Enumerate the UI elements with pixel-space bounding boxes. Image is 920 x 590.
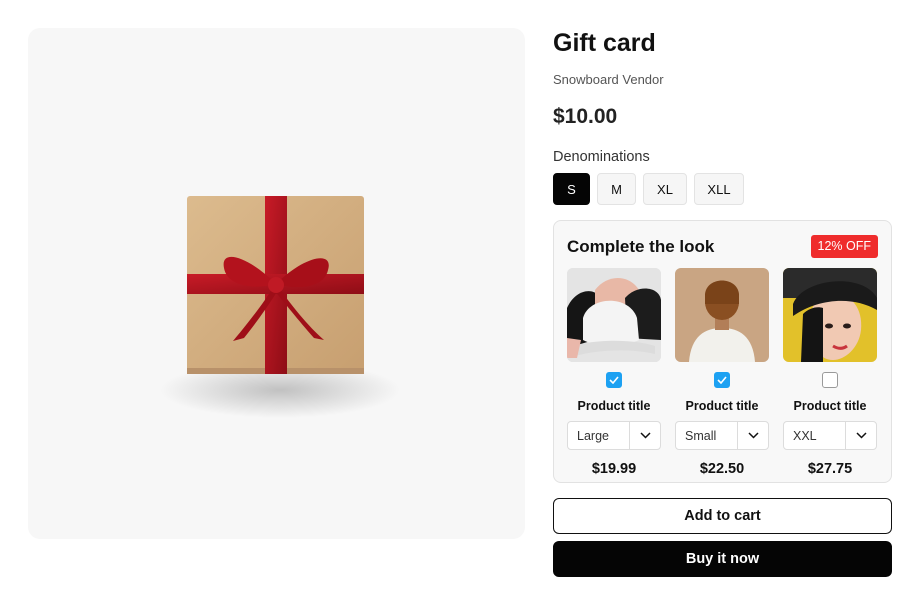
bundle-item: Product title Small $22.50 [675,268,769,478]
bundle-item-price: $19.99 [591,461,637,477]
variant-value: Small [685,428,717,443]
bundle-item-price: $27.75 [807,461,853,477]
baseball-caps-photo[interactable] [567,268,661,362]
buy-now-button[interactable]: Buy it now [553,541,892,577]
add-to-cart-button[interactable]: Add to cart [553,498,892,534]
product-info: Gift card Snowboard Vendor $10.00 Denomi… [553,28,892,577]
bundle-item-variant-select[interactable]: Small [675,421,769,450]
denominations-label: Denominations [553,149,650,165]
bundle-title: Complete the look [567,236,715,256]
bundle-item-price: $22.50 [699,461,745,477]
bundle-item-title: Product title [685,399,759,413]
product-price: $10.00 [553,105,618,128]
denomination-options: S M XL XLL [553,173,892,205]
bundle-item: Product title XXL $27.75 [783,268,877,478]
denomination-option-xll[interactable]: XLL [694,173,744,205]
product-title: Gift card [553,29,656,57]
bucket-hat-photo[interactable] [783,268,877,362]
bundle-item-checkbox[interactable] [714,372,730,388]
variant-value: XXL [793,428,817,443]
beanie-photo[interactable] [675,268,769,362]
product-image [28,28,525,539]
chevron-down-icon [737,422,768,449]
bundle-item-title: Product title [577,399,651,413]
discount-badge: 12% OFF [810,235,878,258]
chevron-down-icon [845,422,876,449]
chevron-down-icon [629,422,660,449]
variant-value: Large [577,428,609,443]
denomination-option-m[interactable]: M [597,173,636,205]
denomination-option-xl[interactable]: XL [643,173,687,205]
bundle-item-variant-select[interactable]: XXL [783,421,877,450]
bundle-item-title: Product title [793,399,867,413]
gift-box-icon [160,196,400,418]
bundle-item-checkbox[interactable] [822,372,838,388]
bundle-item-variant-select[interactable]: Large [567,421,661,450]
product-vendor: Snowboard Vendor [553,72,664,87]
bundle-item-checkbox[interactable] [606,372,622,388]
denomination-option-s[interactable]: S [553,173,590,205]
complete-the-look-bundle: Complete the look 12% OFF Product title … [553,220,892,483]
bundle-item: Product title Large $19.99 [567,268,661,478]
